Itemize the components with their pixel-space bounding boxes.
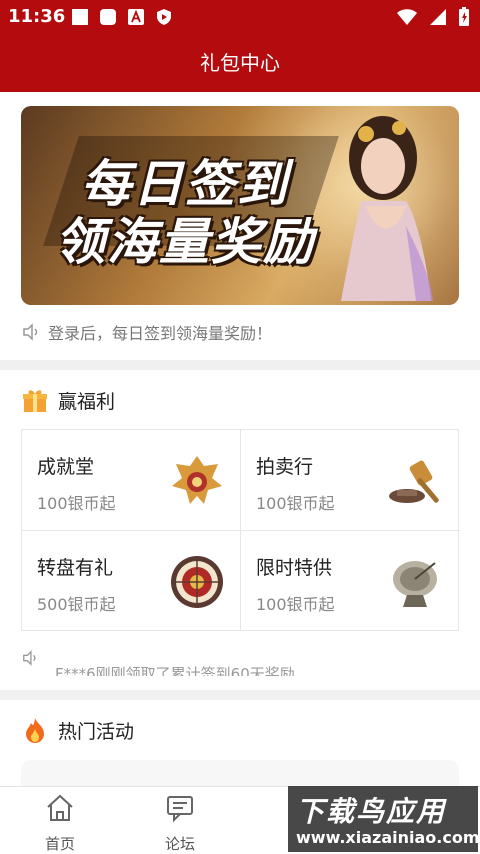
square-icon (70, 7, 90, 27)
ticker-text: F***6刚刚领取了累计签到60天奖励 (55, 665, 295, 676)
section-divider (0, 360, 480, 370)
battery-charging-icon (458, 7, 470, 31)
watermark-url: www.xiazainiao.com (296, 828, 480, 847)
wifi-icon (396, 7, 418, 31)
character-figure-icon (341, 116, 433, 301)
roulette-wheel-icon (171, 556, 223, 608)
banner-line-2: 领海量奖励 (55, 213, 315, 271)
status-right-icons (396, 7, 470, 31)
item-price: 100银币起 (256, 494, 335, 513)
signal-icon (428, 7, 448, 31)
item-name: 限时特供 (256, 557, 333, 579)
item-name: 转盘有礼 (37, 557, 114, 579)
item-price: 100银币起 (37, 494, 116, 513)
nav-item-home[interactable]: 首页 (20, 793, 100, 854)
signin-notice-text: 登录后，每日签到领海量奖励！ (48, 324, 273, 343)
section-divider (0, 690, 480, 700)
welfare-item-limited-offer[interactable]: 限时特供 100银币起 (241, 531, 459, 631)
square-rounded-icon (98, 7, 118, 27)
item-price: 100银币起 (256, 595, 335, 614)
status-time: 11:36 (8, 6, 66, 27)
ticker-notice (22, 650, 38, 670)
welfare-item-roulette[interactable]: 转盘有礼 500银币起 (22, 531, 240, 631)
page-title: 礼包中心 (0, 34, 480, 92)
nav-forum-label: 论坛 (164, 835, 195, 853)
item-price: 500银币起 (37, 595, 116, 614)
watermark-overlay: 下载鸟应用 www.xiazainiao.com (288, 786, 480, 852)
status-left-icons (70, 7, 174, 27)
gift-icon (23, 389, 47, 412)
welfare-item-auction[interactable]: 拍卖行 100银币起 (241, 430, 459, 530)
speaker-icon (23, 650, 36, 666)
signin-banner[interactable]: 每日签到 领海量奖励 (21, 106, 459, 305)
hot-section-title: 热门活动 (22, 715, 134, 745)
home-icon (47, 794, 73, 821)
nav-home-label: 首页 (44, 835, 75, 853)
welfare-grid: 成就堂 100银币起 拍卖行 100银币起 转盘有礼 500银币起 限时特供 1… (21, 429, 460, 631)
welfare-section-title: 赢福利 (22, 387, 115, 414)
nav-item-forum[interactable]: 论坛 (140, 793, 220, 854)
item-name: 拍卖行 (256, 456, 314, 478)
flame-icon (26, 718, 44, 743)
status-bar: 11:36 (0, 0, 480, 34)
welfare-title-text: 赢福利 (58, 391, 116, 413)
hot-title-text: 热门活动 (58, 720, 135, 743)
item-name: 成就堂 (37, 456, 95, 478)
trophy-badge-icon (172, 456, 222, 504)
a-icon (126, 7, 146, 27)
shield-play-icon (154, 7, 174, 27)
signin-notice: 登录后，每日签到领海量奖励！ (22, 320, 272, 344)
welfare-item-achievement[interactable]: 成就堂 100银币起 (22, 430, 240, 530)
watermark-title: 下载鸟应用 (296, 795, 447, 828)
speaker-icon (23, 323, 38, 341)
auction-hammer-icon (389, 460, 439, 503)
forum-icon (167, 796, 193, 823)
gift-item-icon (393, 561, 437, 607)
